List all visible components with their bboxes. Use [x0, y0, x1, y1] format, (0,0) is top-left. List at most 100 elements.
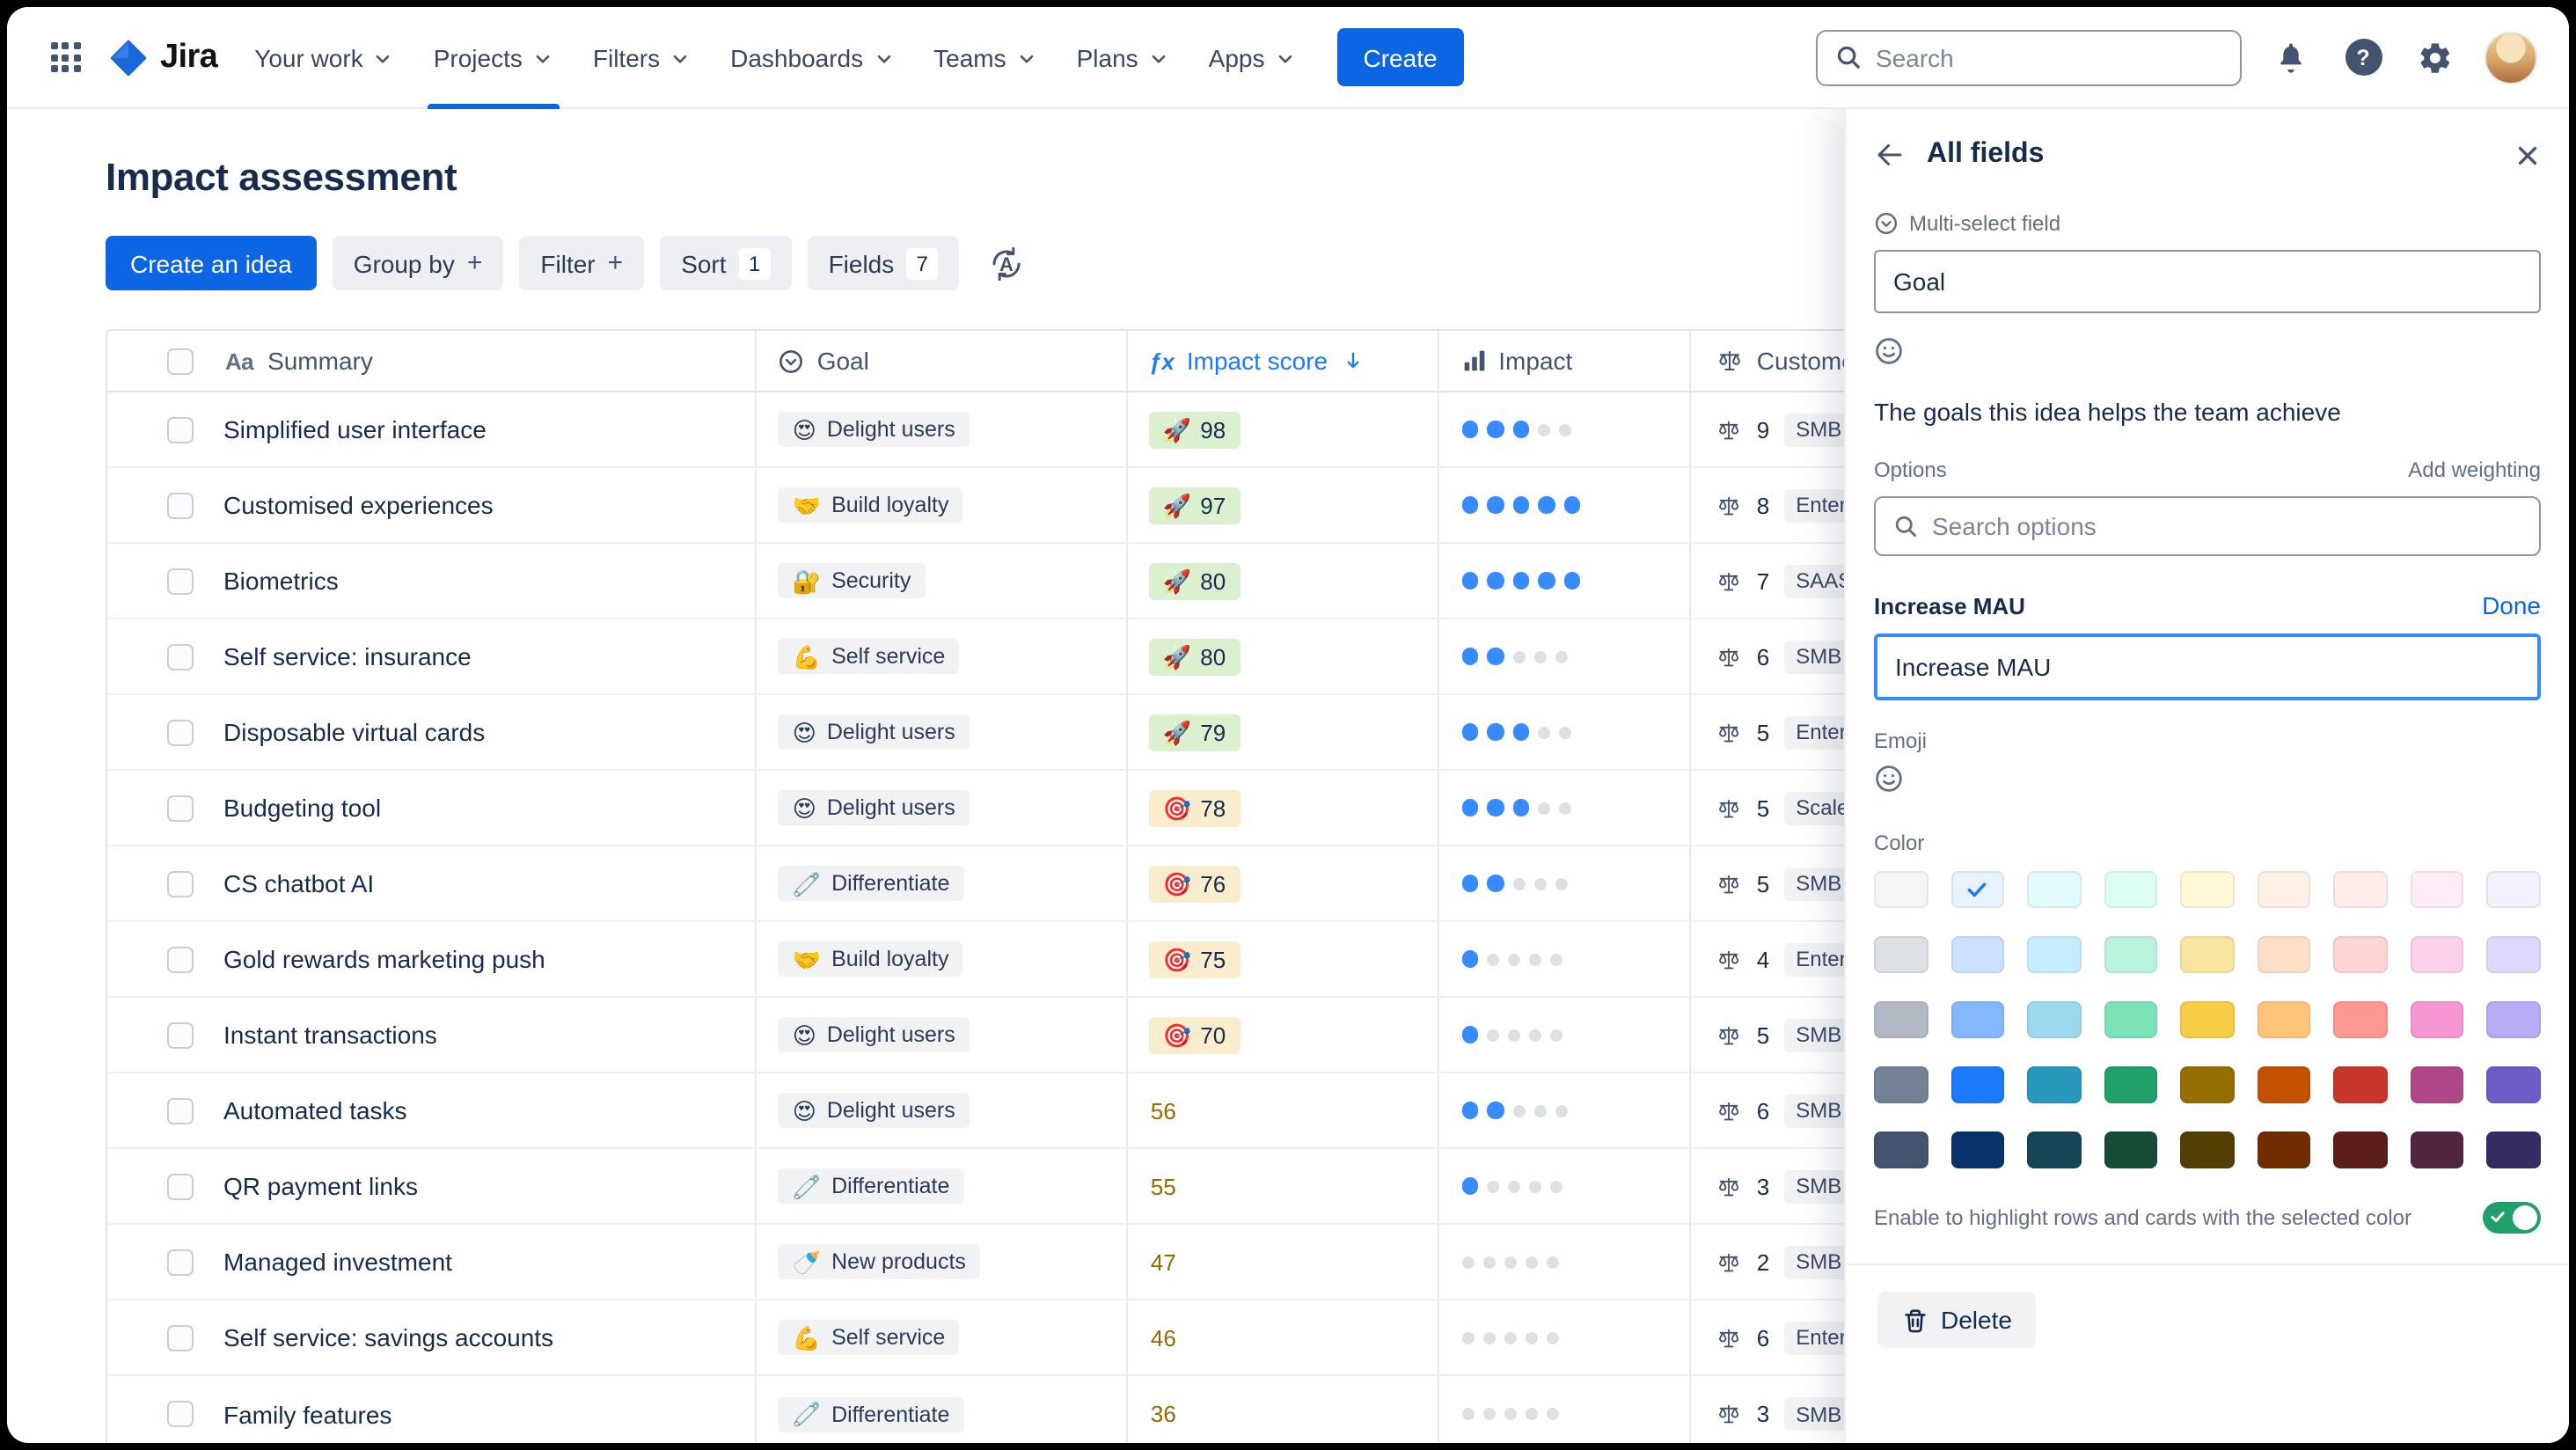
- create-idea-button[interactable]: Create an idea: [106, 236, 317, 290]
- color-swatch[interactable]: [1950, 871, 2004, 908]
- color-swatch[interactable]: [1874, 1066, 1928, 1103]
- nav-item-teams[interactable]: Teams: [914, 7, 1057, 108]
- color-swatch[interactable]: [2027, 871, 2081, 908]
- table-row[interactable]: QR payment links 🧷 Differentiate 55 3 SM…: [107, 1149, 2075, 1225]
- color-swatch[interactable]: [1874, 936, 1928, 973]
- color-swatch[interactable]: [2411, 871, 2464, 908]
- color-swatch[interactable]: [2411, 1001, 2464, 1038]
- color-swatch[interactable]: [2487, 871, 2541, 908]
- table-row[interactable]: CS chatbot AI 🧷 Differentiate 🎯 76 5 SMB: [107, 846, 2075, 922]
- color-swatch[interactable]: [2487, 936, 2541, 973]
- color-swatch[interactable]: [2104, 871, 2157, 908]
- row-checkbox[interactable]: [167, 1324, 194, 1351]
- done-button[interactable]: Done: [2482, 591, 2541, 619]
- color-swatch[interactable]: [2487, 1066, 2541, 1103]
- filter-button[interactable]: Filter +: [519, 236, 644, 290]
- table-row[interactable]: Simplified user interface 😍 Delight user…: [107, 392, 2075, 468]
- nav-item-projects[interactable]: Projects: [414, 7, 574, 108]
- nav-item-dashboards[interactable]: Dashboards: [711, 7, 914, 108]
- color-swatch[interactable]: [2104, 936, 2157, 973]
- add-weighting-button[interactable]: Add weighting: [2408, 458, 2541, 482]
- color-swatch[interactable]: [2258, 1001, 2311, 1038]
- row-checkbox[interactable]: [167, 492, 194, 518]
- color-swatch[interactable]: [2180, 1131, 2234, 1168]
- color-swatch[interactable]: [2411, 1131, 2464, 1168]
- color-swatch[interactable]: [2411, 936, 2464, 973]
- color-swatch[interactable]: [2027, 936, 2081, 973]
- color-swatch[interactable]: [2334, 1066, 2388, 1103]
- fields-button[interactable]: Fields 7: [808, 236, 960, 290]
- color-swatch[interactable]: [1874, 871, 1928, 908]
- color-swatch[interactable]: [2334, 871, 2388, 908]
- color-swatch[interactable]: [2487, 1001, 2541, 1038]
- color-swatch[interactable]: [2258, 1066, 2311, 1103]
- column-header-goal[interactable]: Goal: [757, 331, 1128, 391]
- field-emoji-picker-icon[interactable]: [1874, 336, 1904, 366]
- color-swatch[interactable]: [1950, 1131, 2004, 1168]
- row-checkbox[interactable]: [167, 1401, 194, 1427]
- color-swatch[interactable]: [2180, 871, 2234, 908]
- jira-logo[interactable]: Jira: [99, 38, 235, 77]
- table-row[interactable]: Instant transactions 😍 Delight users 🎯 7…: [107, 998, 2075, 1073]
- option-emoji-picker-icon[interactable]: [1874, 764, 1904, 794]
- color-swatch[interactable]: [2104, 1001, 2157, 1038]
- help-button[interactable]: ?: [2340, 34, 2386, 80]
- highlight-toggle[interactable]: [2483, 1202, 2541, 1234]
- field-name-input[interactable]: [1874, 250, 2541, 313]
- row-checkbox[interactable]: [167, 1022, 194, 1048]
- table-row[interactable]: Disposable virtual cards 😍 Delight users…: [107, 695, 2075, 771]
- close-button[interactable]: [2514, 142, 2541, 168]
- color-swatch[interactable]: [1874, 1001, 1928, 1038]
- options-search[interactable]: [1874, 496, 2541, 556]
- row-checkbox[interactable]: [167, 719, 194, 745]
- app-switcher-button[interactable]: [39, 31, 91, 84]
- nav-item-your-work[interactable]: Your work: [235, 7, 414, 108]
- global-search[interactable]: [1816, 29, 2242, 85]
- settings-button[interactable]: [2412, 34, 2458, 80]
- row-checkbox[interactable]: [167, 1173, 194, 1199]
- user-avatar[interactable]: [2485, 31, 2537, 84]
- table-row[interactable]: Self service: insurance 💪 Self service 🚀…: [107, 619, 2075, 695]
- create-button[interactable]: Create: [1337, 28, 1464, 86]
- row-checkbox[interactable]: [167, 568, 194, 594]
- nav-item-plans[interactable]: Plans: [1057, 7, 1189, 108]
- color-swatch[interactable]: [2334, 1131, 2388, 1168]
- row-checkbox[interactable]: [167, 795, 194, 821]
- color-swatch[interactable]: [2258, 1131, 2311, 1168]
- column-header-impact[interactable]: Impact: [1438, 331, 1692, 391]
- table-row[interactable]: Budgeting tool 😍 Delight users 🎯 78 5 Sc…: [107, 771, 2075, 846]
- table-row[interactable]: Self service: savings accounts 💪 Self se…: [107, 1300, 2075, 1376]
- table-row[interactable]: Managed investment 🍼 New products 47 2 S…: [107, 1225, 2075, 1300]
- table-row[interactable]: Gold rewards marketing push 🤝 Build loya…: [107, 922, 2075, 998]
- color-swatch[interactable]: [1874, 1131, 1928, 1168]
- color-swatch[interactable]: [2027, 1001, 2081, 1038]
- row-checkbox[interactable]: [167, 870, 194, 897]
- row-checkbox[interactable]: [167, 1097, 194, 1124]
- options-search-input[interactable]: [1932, 512, 2521, 540]
- color-swatch[interactable]: [2334, 936, 2388, 973]
- select-all-checkbox[interactable]: [167, 348, 194, 374]
- color-swatch[interactable]: [1950, 1001, 2004, 1038]
- color-swatch[interactable]: [2180, 936, 2234, 973]
- color-swatch[interactable]: [2027, 1131, 2081, 1168]
- nav-item-apps[interactable]: Apps: [1189, 7, 1316, 108]
- color-swatch[interactable]: [2027, 1066, 2081, 1103]
- row-checkbox[interactable]: [167, 1249, 194, 1275]
- color-swatch[interactable]: [1950, 1066, 2004, 1103]
- search-input[interactable]: [1876, 43, 2222, 71]
- group-by-button[interactable]: Group by +: [333, 236, 504, 290]
- table-row[interactable]: Automated tasks 😍 Delight users 56 6 SMB: [107, 1073, 2075, 1149]
- table-row[interactable]: Biometrics 🔐 Security 🚀 80 7 SAAS: [107, 544, 2075, 619]
- delete-button[interactable]: Delete: [1877, 1292, 2037, 1348]
- alphabetical-sort-button[interactable]: A: [978, 236, 1035, 290]
- color-swatch[interactable]: [2104, 1066, 2157, 1103]
- color-swatch[interactable]: [2104, 1131, 2157, 1168]
- color-swatch[interactable]: [2487, 1131, 2541, 1168]
- table-row[interactable]: Family features 🧷 Differentiate 36 3 SMB: [107, 1376, 2075, 1443]
- color-swatch[interactable]: [2334, 1001, 2388, 1038]
- notifications-button[interactable]: [2268, 34, 2314, 80]
- color-swatch[interactable]: [2258, 871, 2311, 908]
- column-header-summary[interactable]: Aa Summary: [107, 331, 757, 391]
- color-swatch[interactable]: [1950, 936, 2004, 973]
- sort-button[interactable]: Sort 1: [660, 236, 791, 290]
